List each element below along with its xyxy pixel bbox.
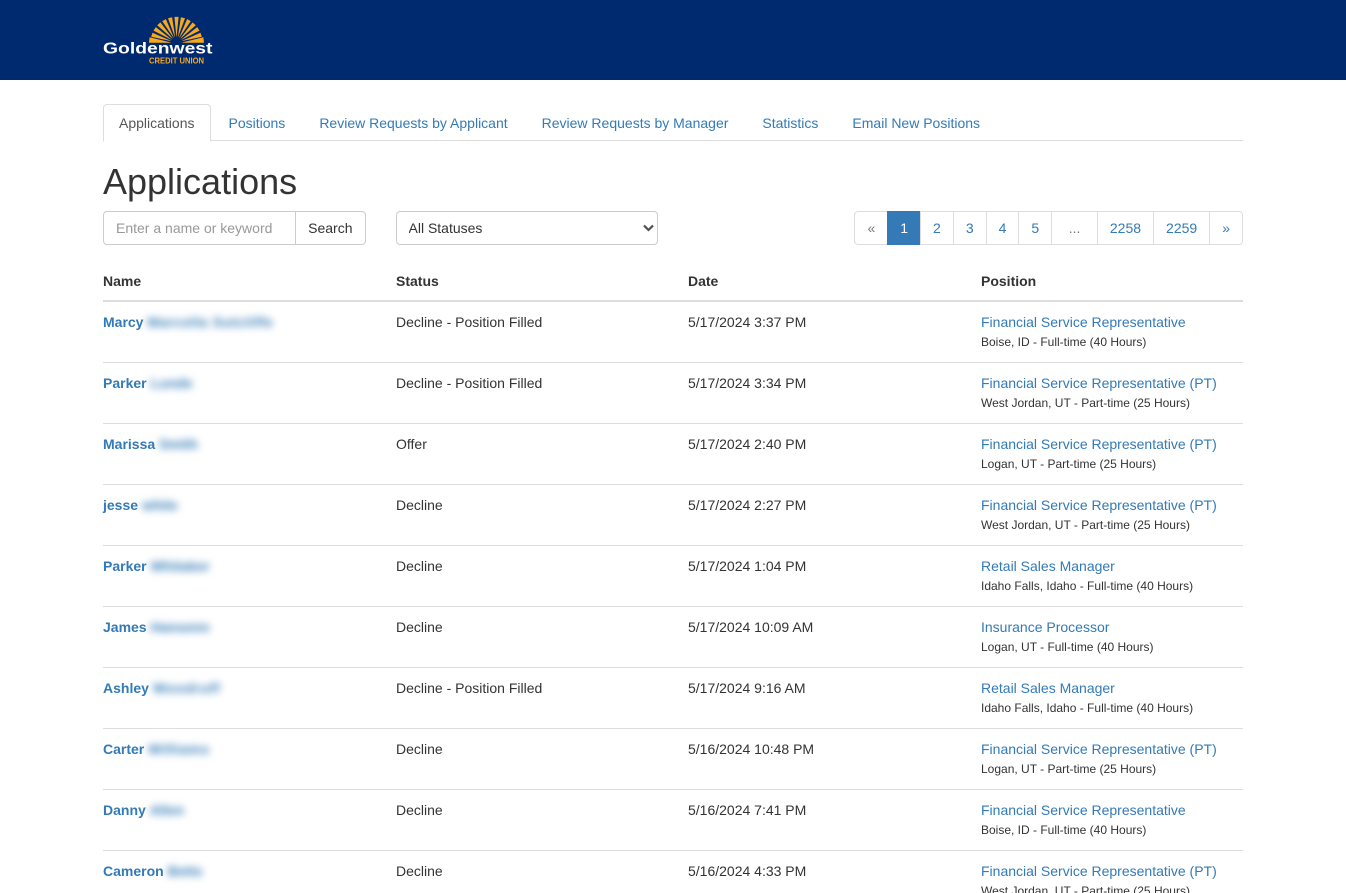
svg-text:CREDIT UNION: CREDIT UNION [149, 56, 204, 65]
svg-text:Goldenwest: Goldenwest [103, 40, 213, 57]
